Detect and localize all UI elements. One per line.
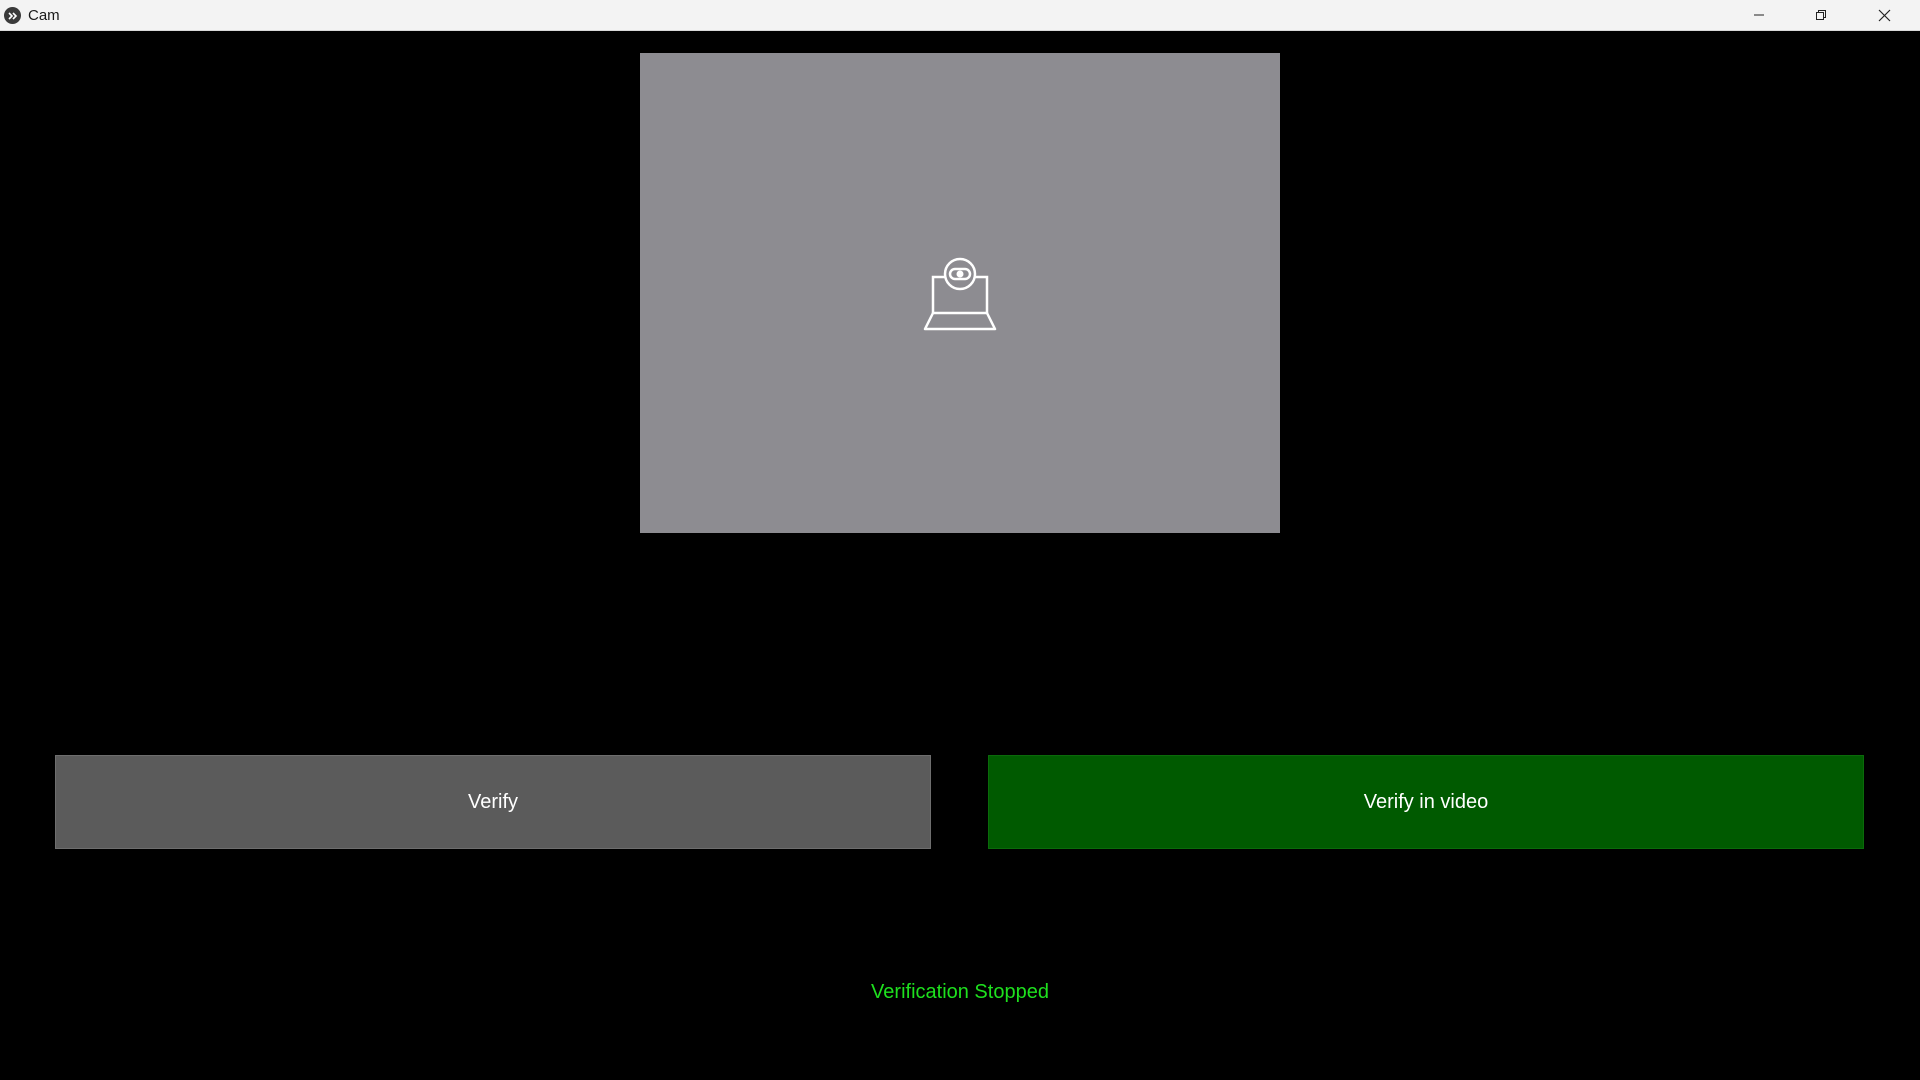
- close-button[interactable]: [1853, 0, 1915, 30]
- main-content: Verify Verify in video Verification Stop…: [0, 31, 1920, 1080]
- minimize-button[interactable]: [1728, 0, 1790, 30]
- verify-button[interactable]: Verify: [55, 755, 931, 849]
- webcam-icon: [923, 257, 997, 331]
- maximize-button[interactable]: [1790, 0, 1852, 30]
- title-bar: Cam: [0, 0, 1920, 31]
- close-icon: [1878, 9, 1890, 21]
- camera-preview: [640, 53, 1280, 533]
- kivy-logo-icon: [4, 7, 21, 24]
- minimize-icon: [1754, 14, 1764, 16]
- restore-icon: [1816, 10, 1826, 20]
- window-title: Cam: [28, 7, 60, 24]
- verify-in-video-button[interactable]: Verify in video: [988, 755, 1864, 849]
- status-text: Verification Stopped: [871, 981, 1049, 1003]
